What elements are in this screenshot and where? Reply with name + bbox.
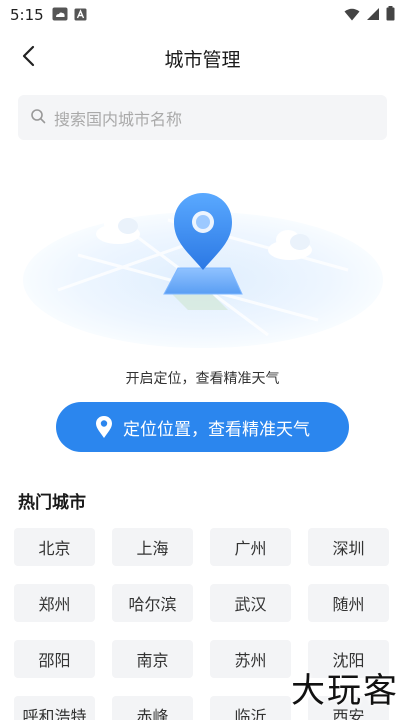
city-tile[interactable]: 邵阳	[14, 640, 95, 678]
city-tile[interactable]: 郑州	[14, 584, 95, 622]
city-tile[interactable]: 哈尔滨	[112, 584, 193, 622]
locate-hint: 开启定位，查看精准天气	[125, 371, 280, 387]
location-illustration	[18, 160, 387, 360]
city-tile[interactable]: 赤峰	[112, 696, 193, 720]
cloud-notification-icon	[52, 6, 68, 25]
search-input[interactable]: 搜索国内城市名称	[18, 95, 387, 140]
city-tile[interactable]: 呼和浩特	[14, 696, 95, 720]
city-tile[interactable]: 苏州	[210, 640, 291, 678]
locate-button[interactable]: 定位位置，查看精准天气	[56, 402, 349, 452]
app-notification-icon	[74, 6, 87, 25]
hot-cities-title: 热门城市	[18, 493, 86, 513]
city-tile[interactable]: 随州	[308, 584, 389, 622]
page-title: 城市管理	[164, 48, 241, 71]
city-tile[interactable]: 南京	[112, 640, 193, 678]
status-time: 5:15	[10, 6, 44, 24]
search-placeholder: 搜索国内城市名称	[54, 109, 183, 129]
battery-icon	[386, 5, 395, 25]
watermark-logo: 大玩客	[291, 663, 399, 712]
city-tile[interactable]: 广州	[210, 528, 291, 566]
city-tile[interactable]: 北京	[14, 528, 95, 566]
header: 城市管理	[0, 36, 405, 80]
signal-icon	[366, 6, 380, 25]
city-tile[interactable]: 武汉	[210, 584, 291, 622]
search-icon	[30, 108, 46, 128]
back-button[interactable]	[14, 44, 42, 72]
watermark-text: 大玩客	[291, 671, 399, 711]
chevron-left-icon	[21, 45, 35, 71]
city-tile[interactable]: 上海	[112, 528, 193, 566]
status-right	[344, 5, 395, 25]
status-bar: 5:15	[0, 0, 405, 30]
city-tile[interactable]: 深圳	[308, 528, 389, 566]
location-pin-icon	[95, 415, 113, 439]
city-tile[interactable]: 临沂	[210, 696, 291, 720]
locate-button-label: 定位位置，查看精准天气	[123, 419, 310, 440]
wifi-icon	[344, 6, 360, 25]
